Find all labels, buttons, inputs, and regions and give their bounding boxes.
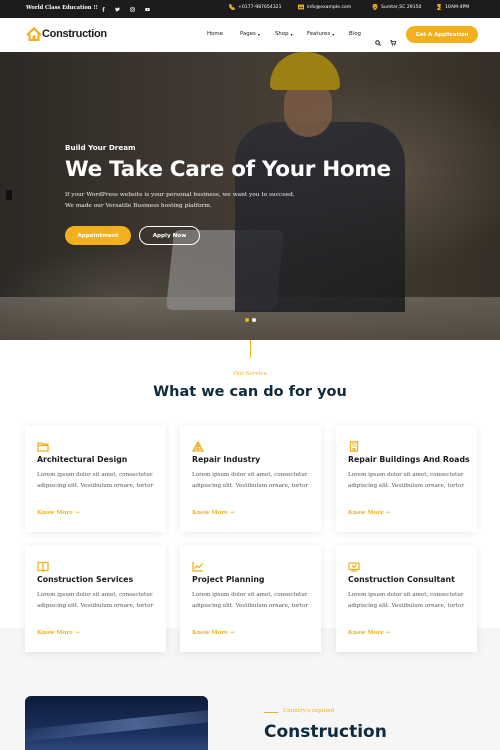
- instagram-icon[interactable]: [127, 4, 137, 14]
- hero-title: We Take Care of Your Home: [65, 157, 391, 182]
- know-more-link[interactable]: Know More →: [37, 630, 80, 636]
- youtube-icon[interactable]: [142, 4, 152, 14]
- hours-text: 10AM-4PM: [445, 4, 470, 10]
- know-more-link[interactable]: Know More →: [192, 630, 235, 636]
- service-card-repair-industry: Repair Industry Lorem ipsum dolor sit am…: [180, 426, 321, 532]
- topbar-phone[interactable]: +0177-987654321: [229, 4, 282, 10]
- topbar-email[interactable]: info@example.com: [298, 4, 351, 10]
- service-card-construction-services: Construction Services Lorem ipsum dolor …: [25, 546, 166, 652]
- nav-blog[interactable]: Blog: [349, 31, 361, 37]
- building-icon: [348, 437, 360, 452]
- services-eyebrow: Our Service: [233, 371, 267, 377]
- site-header: Construction Home Pages ▾ Shop ▾ Feature…: [0, 18, 500, 52]
- about-eyebrow: Country's reputed: [283, 708, 335, 714]
- card-title: Construction Consultant: [348, 575, 455, 584]
- about-title: Construction: [264, 722, 387, 742]
- service-card-construction-consultant: Construction Consultant Lorem ipsum dolo…: [336, 546, 477, 652]
- search-icon[interactable]: [375, 31, 383, 46]
- hero-description: If your WordPress website is your person…: [65, 192, 295, 209]
- hourglass-icon: [437, 4, 441, 10]
- top-bar: World Class Education !! +0177-987654321…: [0, 0, 500, 18]
- section-connector-line: [250, 340, 251, 358]
- nav-label: Home: [207, 31, 223, 37]
- topbar-hours: 10AM-4PM: [436, 4, 469, 10]
- card-text: Lorem ipsum dolor sit amet, consectetur …: [348, 592, 465, 609]
- service-card-architectural-design: Architectural Design Lorem ipsum dolor s…: [25, 426, 166, 532]
- hero-banner: Build Your Dream We Take Care of Your Ho…: [0, 52, 500, 340]
- image-light-streak: [25, 704, 208, 744]
- card-text: Lorem ipsum dolor sit amet, consectetur …: [192, 592, 309, 609]
- know-more-link[interactable]: Know More →: [348, 510, 391, 516]
- nav-label: Features: [307, 31, 331, 37]
- card-title: Architectural Design: [37, 455, 128, 464]
- nav-shop[interactable]: Shop ▾: [275, 31, 293, 37]
- services-title: What we can do for you: [153, 384, 347, 400]
- card-text: Lorem ipsum dolor sit amet, consectetur …: [37, 592, 154, 609]
- slider-dot-active[interactable]: [245, 318, 249, 322]
- nav-home[interactable]: Home: [207, 31, 223, 37]
- site-logo[interactable]: Construction: [26, 27, 107, 41]
- folder-icon: [37, 437, 49, 452]
- apply-now-button[interactable]: Apply Now: [139, 226, 200, 245]
- nav-pages[interactable]: Pages ▾: [240, 31, 260, 37]
- card-text: Lorem ipsum dolor sit amet, consectetur …: [348, 472, 465, 489]
- phone-text: +0177-987654321: [238, 4, 282, 10]
- know-more-link[interactable]: Know More →: [348, 630, 391, 636]
- consultant-icon: [348, 557, 360, 572]
- get-application-button[interactable]: Get A Application: [406, 26, 478, 43]
- nav-features[interactable]: Features ▾: [307, 31, 334, 37]
- nav-label: Blog: [349, 31, 361, 37]
- topbar-location: Sumter,SC 29150: [372, 4, 421, 10]
- chevron-down-icon: ▾: [332, 31, 335, 37]
- facebook-icon[interactable]: [98, 4, 108, 14]
- know-more-link[interactable]: Know More →: [37, 510, 80, 516]
- card-title: Project Planning: [192, 575, 265, 584]
- nav-label: Pages: [240, 31, 256, 37]
- slider-dot[interactable]: [252, 318, 256, 322]
- topbar-tagline: World Class Education !!: [26, 5, 98, 11]
- hero-subtitle: Build Your Dream: [65, 143, 136, 152]
- chevron-down-icon: ▾: [257, 31, 260, 37]
- book-icon: [37, 557, 49, 573]
- structure-icon: [191, 437, 205, 452]
- location-pin-icon: [372, 4, 378, 10]
- service-card-repair-buildings: Repair Buildings And Roads Lorem ipsum d…: [336, 426, 477, 532]
- phone-icon: [229, 4, 235, 10]
- nav-label: Shop: [275, 31, 289, 37]
- about-image: [25, 696, 208, 750]
- card-text: Lorem ipsum dolor sit amet, consectetur …: [192, 472, 309, 489]
- slider-edge-tab[interactable]: [6, 190, 12, 200]
- twitter-icon[interactable]: [112, 4, 122, 14]
- chart-icon: [192, 557, 204, 572]
- email-text: info@example.com: [307, 4, 352, 10]
- know-more-link[interactable]: Know More →: [192, 510, 235, 516]
- card-title: Construction Services: [37, 575, 134, 584]
- mail-icon: [298, 4, 304, 10]
- eyebrow-line: [264, 712, 278, 713]
- card-title: Repair Buildings And Roads: [348, 455, 470, 464]
- card-title: Repair Industry: [192, 455, 261, 464]
- cart-icon[interactable]: [390, 31, 398, 46]
- service-card-project-planning: Project Planning Lorem ipsum dolor sit a…: [180, 546, 321, 652]
- chevron-down-icon: ▾: [290, 31, 293, 37]
- house-logo-icon: [26, 27, 42, 41]
- card-text: Lorem ipsum dolor sit amet, consectetur …: [37, 472, 154, 489]
- appointment-button[interactable]: Appointment: [65, 226, 131, 245]
- location-text: Sumter,SC 29150: [381, 4, 422, 10]
- logo-text: Construction: [42, 28, 107, 40]
